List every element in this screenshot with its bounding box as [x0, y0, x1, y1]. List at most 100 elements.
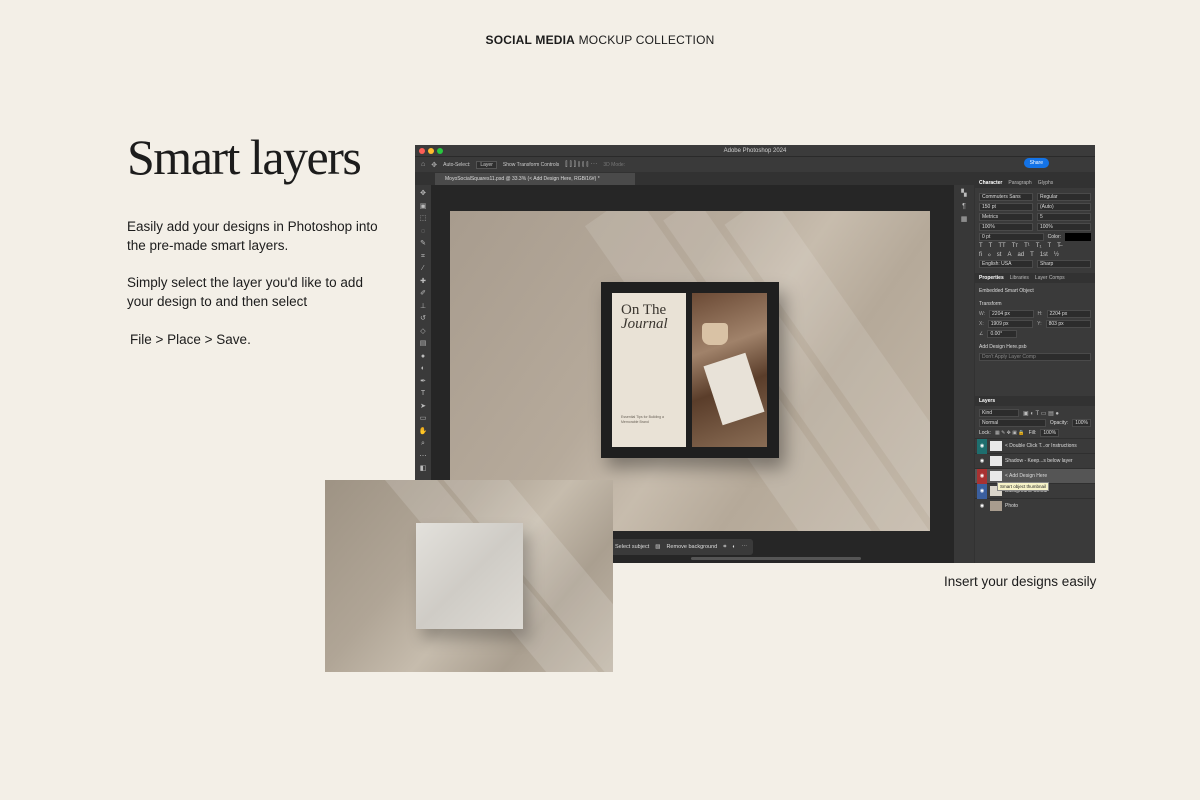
- vertical-scale-field[interactable]: 100%: [979, 223, 1033, 231]
- marquee-icon[interactable]: ⬚: [420, 213, 427, 226]
- select-subject-button[interactable]: Select subject: [615, 544, 649, 550]
- smart-object-thumbnail[interactable]: [990, 471, 1002, 481]
- page-title: Smart layers: [127, 129, 362, 185]
- crop-icon[interactable]: ⌗: [421, 251, 425, 264]
- transform-label: Transform: [979, 301, 1002, 307]
- filter-icons[interactable]: ▣ ◐ T ▭ ▤ ●: [1023, 410, 1059, 417]
- photo-card: [692, 293, 767, 447]
- adjust-icon[interactable]: ◐: [732, 544, 735, 550]
- remove-background-icon[interactable]: ▨: [655, 544, 660, 550]
- artboard-icon[interactable]: ▣: [420, 201, 427, 214]
- dodge-icon[interactable]: ◐: [421, 363, 425, 376]
- more-icon[interactable]: ⋯: [742, 544, 748, 550]
- tab-layer-comps[interactable]: Layer Comps: [1035, 275, 1065, 281]
- journal-title: On The Journal: [621, 302, 668, 332]
- instruction-paragraph: Simply select the layer you'd like to ad…: [127, 275, 363, 309]
- quick-select-icon[interactable]: ✎: [420, 238, 426, 251]
- shape-icon[interactable]: ▭: [420, 413, 427, 426]
- gradient-icon[interactable]: ▤: [420, 338, 427, 351]
- zoom-tool-icon[interactable]: ⌕: [421, 438, 425, 451]
- opacity-field[interactable]: 100%: [1072, 419, 1091, 427]
- layer-name: < Add Design Here: [1005, 473, 1048, 479]
- horizontal-scale-field[interactable]: 100%: [1037, 223, 1091, 231]
- color-swatch[interactable]: [1065, 233, 1091, 241]
- type-icon[interactable]: T: [421, 388, 425, 401]
- tab-character[interactable]: Character: [979, 180, 1002, 186]
- baseline-field[interactable]: 0 pt: [979, 233, 1044, 241]
- layer-row[interactable]: ◉ < Double Click T...or Instructions: [975, 438, 1095, 454]
- pen-icon[interactable]: ✒: [420, 376, 426, 389]
- move-icon[interactable]: ✥: [420, 188, 426, 201]
- layer-dropdown[interactable]: Layer: [476, 160, 497, 169]
- share-button[interactable]: Share: [1023, 158, 1049, 168]
- horizontal-scrollbar[interactable]: [691, 557, 861, 560]
- eye-icon[interactable]: ◉: [977, 454, 987, 469]
- kerning-field[interactable]: Metrics: [979, 213, 1033, 221]
- tab-glyphs[interactable]: Glyphs: [1038, 180, 1054, 186]
- fill-field[interactable]: 100%: [1040, 429, 1060, 437]
- eraser-icon[interactable]: ◇: [420, 326, 425, 339]
- remove-background-button[interactable]: Remove background: [666, 544, 717, 550]
- eye-icon[interactable]: ◉: [977, 483, 987, 499]
- transform-icon[interactable]: ⌗: [723, 544, 726, 551]
- eye-icon[interactable]: ◉: [977, 468, 987, 484]
- more-tools-icon[interactable]: ⋯: [420, 451, 427, 464]
- eye-icon[interactable]: ◉: [977, 438, 987, 454]
- blur-icon[interactable]: ●: [421, 351, 425, 364]
- layer-filter-select[interactable]: Kind: [979, 409, 1019, 417]
- y-field[interactable]: 803 px: [1045, 320, 1091, 328]
- angle-field[interactable]: 0.00°: [987, 330, 1018, 338]
- font-style-select[interactable]: Regular: [1037, 193, 1091, 201]
- blend-mode-select[interactable]: Normal: [979, 419, 1046, 427]
- blank-mockup-preview: [325, 480, 613, 672]
- layer-comp-select[interactable]: Don't Apply Layer Comp: [979, 353, 1091, 361]
- layer-row-selected[interactable]: ◉ < Add Design Here Smart object thumbnai…: [975, 468, 1095, 491]
- show-transform-checkbox[interactable]: Show Transform Controls: [503, 162, 559, 168]
- properties-tabs: Properties Libraries Layer Comps: [975, 273, 1095, 283]
- auto-select-label[interactable]: Auto-Select:: [443, 162, 470, 168]
- layer-name: Shadow - Keep...s below layer: [1005, 458, 1073, 464]
- tracking-field[interactable]: 5: [1037, 213, 1091, 221]
- layer-row[interactable]: ◉ Photo: [975, 498, 1095, 513]
- language-select[interactable]: English: USA: [979, 260, 1033, 268]
- color-swatch-icon[interactable]: ◧: [420, 463, 427, 476]
- tab-libraries[interactable]: Libraries: [1010, 275, 1029, 281]
- thumbnail-tooltip: Smart object thumbnail: [997, 482, 1050, 491]
- adjustments-icon[interactable]: ▚: [961, 187, 966, 200]
- align-icons[interactable]: ⫿ ⫿ ⫿ ⫾ ⫾ ⫾ ⋯: [565, 161, 597, 169]
- paragraph-icon[interactable]: ¶: [962, 200, 966, 213]
- eyedropper-icon[interactable]: ⁄: [422, 263, 423, 276]
- mode-3d-label: 3D Mode:: [603, 161, 626, 168]
- hand-icon[interactable]: ✋: [419, 426, 428, 439]
- right-panels: Character Paragraph Glyphs Commuters San…: [975, 178, 1095, 563]
- lock-icons[interactable]: ▦ ✎ ✥ ▣ 🔒: [995, 430, 1025, 436]
- font-size-field[interactable]: 150 pt: [979, 203, 1033, 211]
- layer-thumbnail: [990, 501, 1002, 511]
- move-tool-icon[interactable]: ✥: [431, 161, 437, 169]
- lasso-icon[interactable]: ◌: [421, 226, 425, 239]
- leading-field[interactable]: (Auto): [1037, 203, 1091, 211]
- width-field[interactable]: 2204 px: [989, 310, 1034, 318]
- healing-icon[interactable]: ✚: [420, 276, 426, 289]
- layer-row[interactable]: ◉ Shadow - Keep...s below layer: [975, 453, 1095, 468]
- antialias-select[interactable]: Sharp: [1037, 260, 1091, 268]
- history-brush-icon[interactable]: ↺: [420, 313, 426, 326]
- lock-label: Lock:: [979, 430, 991, 436]
- paper-image: [703, 352, 765, 426]
- path-select-icon[interactable]: ➤: [420, 401, 426, 414]
- opentype-icons[interactable]: fi ℴ st Aad T 1st ½: [975, 250, 1095, 259]
- tab-layers[interactable]: Layers: [979, 398, 995, 404]
- brush-icon[interactable]: ✐: [420, 288, 426, 301]
- document-tab[interactable]: MoyoSocialSquares11.psd @ 33.3% (< Add D…: [435, 173, 635, 185]
- eye-icon[interactable]: ◉: [977, 499, 987, 514]
- type-style-icons[interactable]: T T TT Tт T¹ T₁ T T̶: [975, 242, 1095, 250]
- font-family-select[interactable]: Commuters Sans: [979, 193, 1033, 201]
- tab-paragraph[interactable]: Paragraph: [1008, 180, 1031, 186]
- history-icon[interactable]: ▦: [961, 213, 968, 226]
- stamp-icon[interactable]: ⊥: [420, 301, 426, 314]
- home-icon[interactable]: ⌂: [421, 161, 425, 168]
- x-field[interactable]: 1909 px: [987, 320, 1034, 328]
- tab-properties[interactable]: Properties: [979, 275, 1004, 281]
- menu-path: File > Place > Save.: [130, 332, 251, 347]
- height-field[interactable]: 2204 px: [1046, 310, 1091, 318]
